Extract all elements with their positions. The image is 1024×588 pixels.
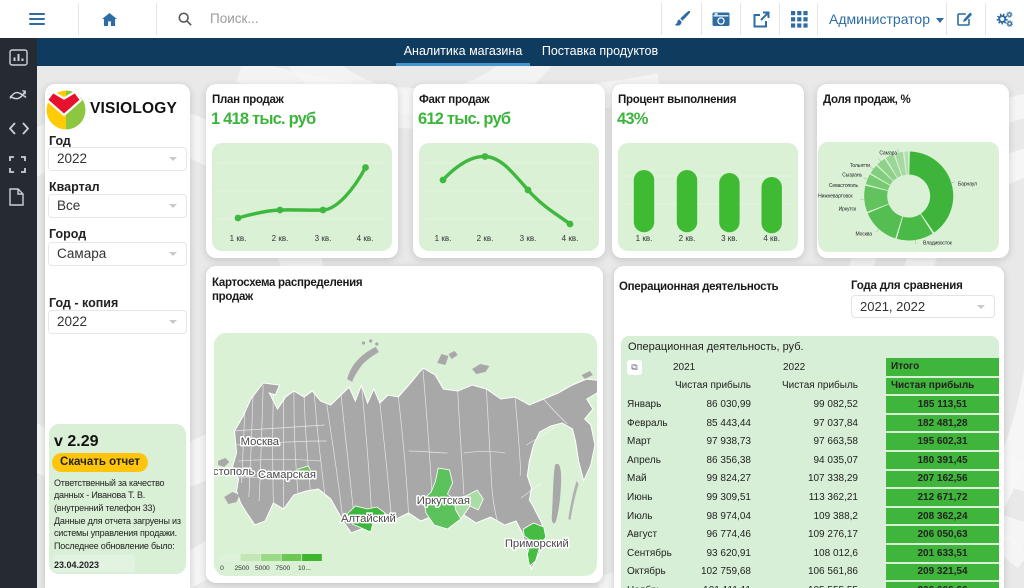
- svg-text:2 кв.: 2 кв.: [272, 234, 289, 243]
- svg-text:Барнаул: Барнаул: [958, 182, 977, 188]
- svg-text:3 кв.: 3 кв.: [721, 234, 738, 243]
- svg-text:Севастополь: Севастополь: [214, 466, 255, 478]
- svg-text:7500: 7500: [275, 565, 290, 572]
- svg-text:Иркутская: Иркутская: [417, 495, 470, 507]
- svg-text:Владивосток: Владивосток: [923, 241, 953, 247]
- svg-text:Москва: Москва: [241, 436, 280, 448]
- svg-text:1 кв.: 1 кв.: [636, 234, 653, 243]
- svg-text:Самарская: Самарская: [258, 469, 316, 481]
- svg-text:Севастополь: Севастополь: [829, 183, 859, 189]
- svg-text:Москва: Москва: [856, 232, 873, 238]
- svg-text:Сызрань: Сызрань: [842, 173, 862, 179]
- svg-text:4 кв.: 4 кв.: [357, 234, 374, 243]
- svg-text:0: 0: [220, 565, 224, 572]
- svg-text:2 кв.: 2 кв.: [679, 234, 696, 243]
- svg-text:5000: 5000: [255, 565, 270, 572]
- svg-text:Тольятти: Тольятти: [850, 163, 870, 169]
- svg-text:3 кв.: 3 кв.: [315, 234, 332, 243]
- svg-text:1 кв.: 1 кв.: [230, 234, 247, 243]
- svg-text:Приморский: Приморский: [505, 538, 569, 550]
- svg-text:4 кв.: 4 кв.: [562, 234, 579, 243]
- svg-text:4 кв.: 4 кв.: [763, 234, 780, 243]
- svg-text:10...: 10...: [298, 565, 311, 572]
- svg-text:1 кв.: 1 кв.: [435, 234, 452, 243]
- svg-text:3 кв.: 3 кв.: [520, 234, 537, 243]
- svg-text:2 кв.: 2 кв.: [477, 234, 494, 243]
- svg-text:Алтайский: Алтайский: [341, 513, 396, 525]
- svg-text:Иркутск: Иркутск: [839, 207, 857, 213]
- svg-text:2500: 2500: [234, 565, 249, 572]
- svg-text:Нижневартовск: Нижневартовск: [818, 194, 853, 200]
